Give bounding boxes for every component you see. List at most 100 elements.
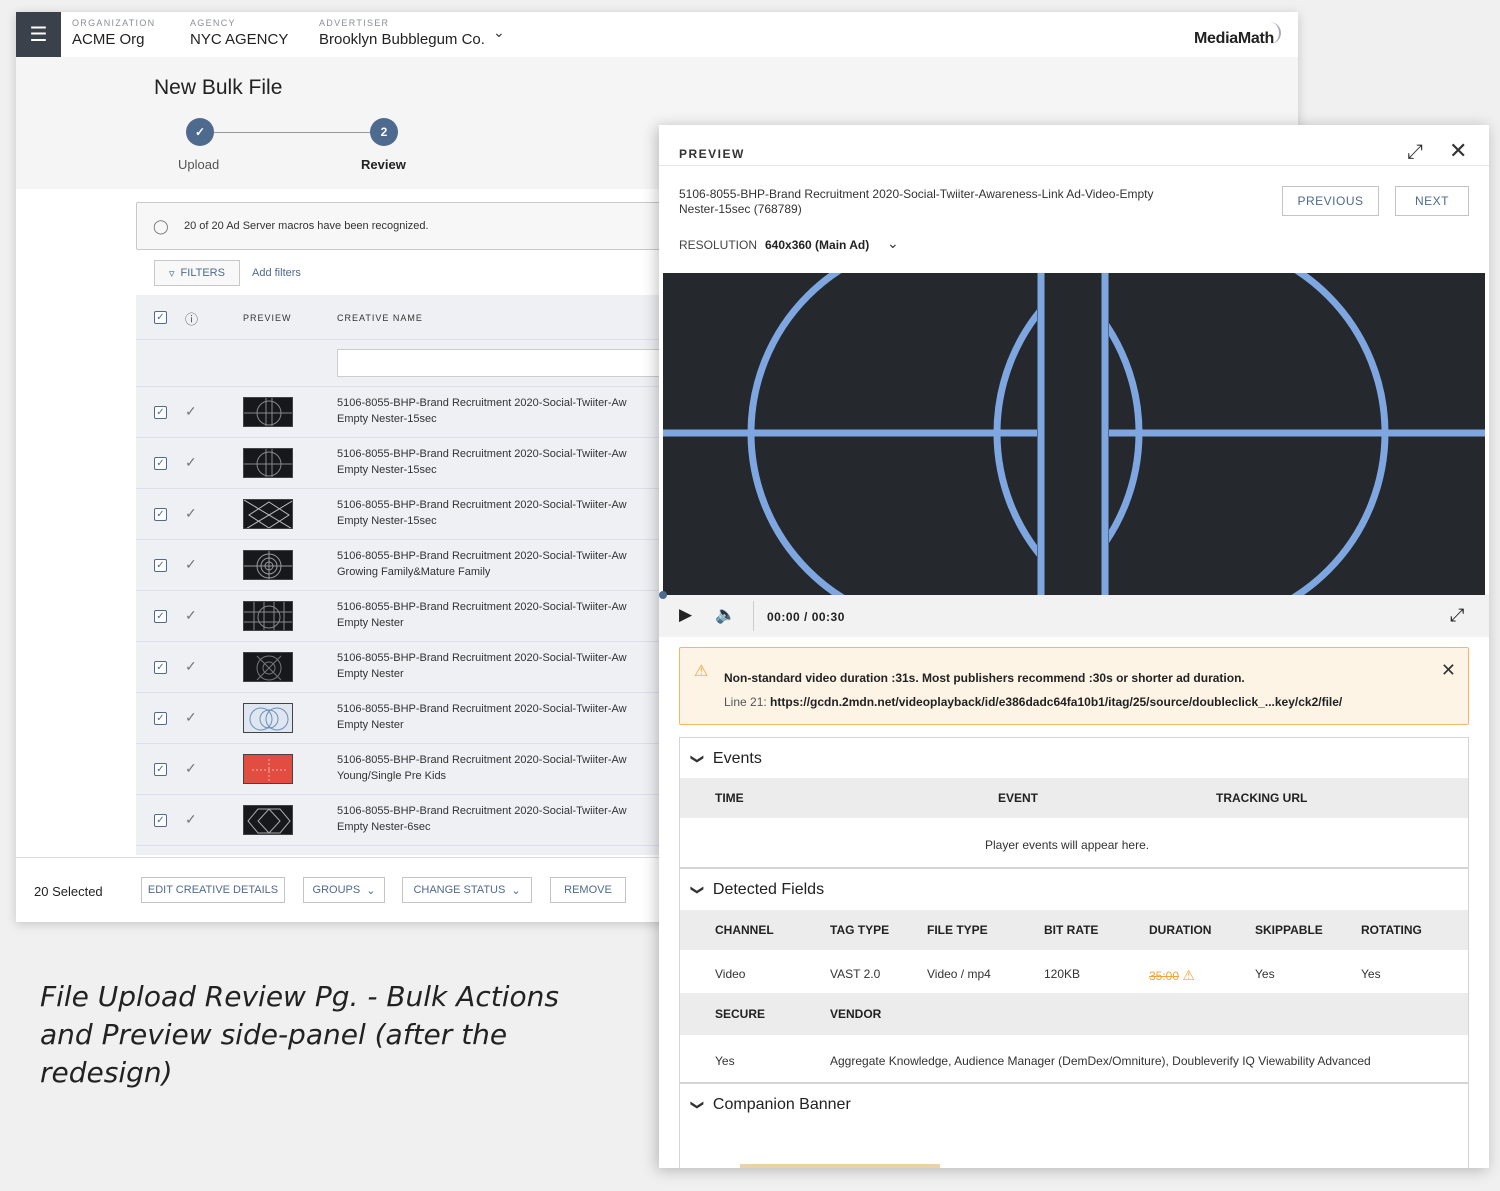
- advertiser-selector[interactable]: ADVERTISER Brooklyn Bubblegum Co.: [319, 18, 485, 48]
- organization-value: ACME Org: [72, 31, 145, 48]
- divider: [659, 165, 1489, 166]
- remove-button[interactable]: REMOVE: [550, 877, 626, 903]
- play-icon[interactable]: ▶: [679, 605, 692, 625]
- check-icon: ✓: [185, 556, 197, 572]
- chevron-down-icon: ⌄: [511, 884, 521, 897]
- close-icon[interactable]: ✕: [1441, 660, 1456, 681]
- table-row[interactable]: ✓ ✓ 5106-8055-BHP-Brand Recruitment 2020-S…: [136, 488, 676, 539]
- remove-label: REMOVE: [564, 884, 612, 896]
- check-icon: ✓: [185, 760, 197, 776]
- table-row[interactable]: ✓ ✓ 5106-8055-BHP-Brand Recruitment 2020-S…: [136, 539, 676, 590]
- expand-icon[interactable]: ⤢: [1407, 141, 1423, 164]
- chevron-down-icon[interactable]: ⌄: [493, 24, 505, 41]
- column-header-file-type: FILE TYPE: [927, 923, 988, 937]
- row-checkbox[interactable]: ✓: [154, 814, 167, 827]
- fullscreen-icon[interactable]: ⤢: [1450, 605, 1464, 626]
- selected-count: 20 Selected: [34, 884, 103, 899]
- table-row[interactable]: ✓ ✓ 5106-8055-BHP-Brand Recruitment 2020-S…: [136, 743, 676, 794]
- row-checkbox[interactable]: ✓: [154, 508, 167, 521]
- events-title: Events: [712, 750, 762, 767]
- next-button[interactable]: NEXT: [1395, 186, 1469, 216]
- video-player[interactable]: [663, 273, 1485, 595]
- advertiser-value: Brooklyn Bubblegum Co.: [319, 31, 485, 48]
- step-upload-marker[interactable]: ✓: [186, 118, 214, 146]
- row-checkbox[interactable]: ✓: [154, 763, 167, 776]
- top-bar: ☰ ORGANIZATION ACME Org AGENCY NYC AGENC…: [16, 12, 1298, 57]
- agency-selector[interactable]: AGENCY NYC AGENCY: [190, 18, 288, 48]
- table-row[interactable]: ✓ ✓ 5106-8055-BHP-Brand Recruitment 2020-S…: [136, 641, 676, 692]
- close-icon[interactable]: ✕: [1449, 138, 1467, 164]
- row-checkbox[interactable]: ✓: [154, 610, 167, 623]
- table-row[interactable]: ✓ ✓ 5106-8055-BHP-Brand Recruitment 2020-S…: [136, 590, 676, 641]
- table-row[interactable]: ✓ ✓ 5106-8055-BHP-Brand Recruitment 2020-S…: [136, 794, 676, 845]
- hamburger-icon[interactable]: ☰: [16, 12, 61, 57]
- creative-name: 5106-8055-BHP-Brand Recruitment 2020-Soc…: [337, 652, 627, 664]
- table-row[interactable]: ✓ ✓ 5106-8055-BHP-Brand Recruitment 2020-S…: [136, 437, 676, 488]
- file-type-value: Video / mp4: [927, 967, 991, 981]
- chevron-down-icon[interactable]: ⌄: [887, 235, 899, 252]
- filters-button[interactable]: ▿ FILTERS: [154, 260, 240, 286]
- companion-banner-thumbnail: [740, 1164, 940, 1168]
- creative-name-segment: Empty Nester: [337, 668, 404, 680]
- column-header-tag-type: TAG TYPE: [830, 923, 890, 937]
- warning-message: Non-standard video duration :31s. Most p…: [724, 671, 1245, 685]
- row-checkbox[interactable]: ✓: [154, 712, 167, 725]
- table-row-partial: [136, 845, 676, 855]
- previous-button[interactable]: PREVIOUS: [1282, 186, 1379, 216]
- creative-thumbnail[interactable]: [243, 550, 293, 580]
- chevron-down-icon: ❯: [690, 884, 706, 896]
- column-header-time: TIME: [715, 791, 744, 805]
- creative-thumbnail[interactable]: [243, 805, 293, 835]
- channel-value: Video: [715, 967, 746, 981]
- creative-name: 5106-8055-BHP-Brand Recruitment 2020-Soc…: [337, 448, 627, 460]
- add-filters-link[interactable]: Add filters: [252, 267, 301, 279]
- creative-name-segment: Empty Nester-15sec: [337, 515, 437, 527]
- column-header-creative-name[interactable]: CREATIVE NAME: [337, 313, 423, 323]
- creative-name: 5106-8055-BHP-Brand Recruitment 2020-Soc…: [337, 550, 627, 562]
- warning-url[interactable]: https://gcdn.2mdn.net/videoplayback/id/e…: [770, 695, 1342, 709]
- check-icon: ✓: [185, 403, 197, 419]
- check-icon: ✓: [185, 658, 197, 674]
- creative-thumbnail[interactable]: [243, 397, 293, 427]
- resolution-select[interactable]: 640x360 (Main Ad): [765, 238, 869, 252]
- resolution-label: RESOLUTION: [679, 238, 758, 252]
- warning-icon: ⚠: [694, 663, 709, 680]
- change-status-button[interactable]: CHANGE STATUS ⌄: [402, 877, 532, 903]
- scrubber-handle[interactable]: [659, 591, 667, 599]
- duration-value-cell: 35:00 ⚠: [1149, 967, 1195, 984]
- organization-selector[interactable]: ORGANIZATION ACME Org: [72, 18, 155, 48]
- edit-creative-details-button[interactable]: EDIT CREATIVE DETAILS: [141, 877, 285, 903]
- agency-value: NYC AGENCY: [190, 31, 289, 48]
- events-header[interactable]: ❯ Events: [690, 750, 762, 768]
- column-header-preview[interactable]: PREVIEW: [243, 313, 292, 323]
- brand-logo: MediaMath: [1194, 30, 1274, 47]
- creative-thumbnail[interactable]: [243, 754, 293, 784]
- companion-banner-header[interactable]: ❯ Companion Banner: [690, 1096, 850, 1114]
- table-row[interactable]: ✓ ✓ 5106-8055-BHP-Brand Recruitment 2020-S…: [136, 386, 676, 437]
- creative-thumbnail[interactable]: [243, 499, 293, 529]
- creative-thumbnail[interactable]: [243, 652, 293, 682]
- creative-thumbnail[interactable]: [243, 703, 293, 733]
- creative-name-filter-input[interactable]: [337, 349, 667, 377]
- row-checkbox[interactable]: ✓: [154, 559, 167, 572]
- caption: File Upload Review Pg. - Bulk Actions an…: [40, 980, 559, 1089]
- events-empty-state: Player events will appear here.: [985, 838, 1150, 852]
- volume-icon[interactable]: 🔈: [715, 605, 736, 625]
- table-row[interactable]: ✓ ✓ 5106-8055-BHP-Brand Recruitment 2020-S…: [136, 692, 676, 743]
- row-checkbox[interactable]: ✓: [154, 406, 167, 419]
- step-upload-label: Upload: [178, 157, 220, 172]
- tag-type-value: VAST 2.0: [830, 967, 881, 981]
- companion-banner-section: ❯ Companion Banner: [679, 1083, 1469, 1168]
- creative-thumbnail[interactable]: [243, 448, 293, 478]
- groups-button[interactable]: GROUPS ⌄: [303, 877, 385, 903]
- select-all-checkbox[interactable]: ✓: [154, 311, 167, 324]
- chevron-down-icon: ⌄: [366, 884, 376, 897]
- row-checkbox[interactable]: ✓: [154, 457, 167, 470]
- column-header-skippable: SKIPPABLE: [1255, 923, 1323, 937]
- brand-logo-mark: [1267, 22, 1281, 44]
- creative-name-segment: Empty Nester-15sec: [337, 464, 437, 476]
- creative-thumbnail[interactable]: [243, 601, 293, 631]
- step-review-label: Review: [361, 157, 406, 172]
- row-checkbox[interactable]: ✓: [154, 661, 167, 674]
- detected-fields-header[interactable]: ❯ Detected Fields: [690, 881, 824, 899]
